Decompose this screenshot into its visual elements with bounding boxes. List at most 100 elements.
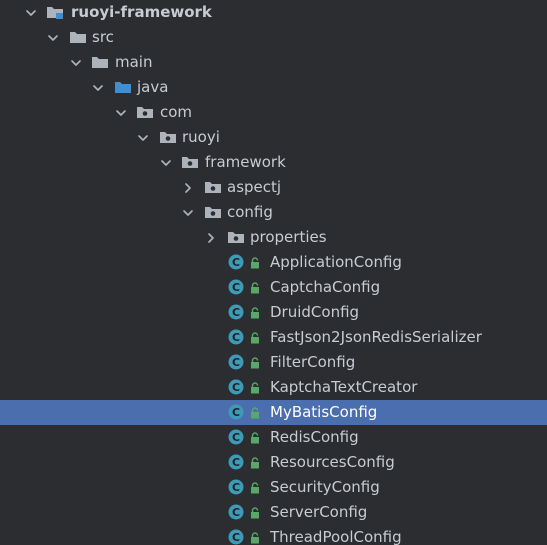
chevron-right-icon[interactable] — [204, 231, 218, 245]
chevron-right-icon[interactable] — [181, 181, 195, 195]
svg-text:C: C — [232, 331, 240, 344]
tree-row-class[interactable]: C FastJson2JsonRedisSerializer — [0, 325, 547, 350]
class-label: CaptchaConfig — [270, 278, 381, 296]
class-icon: C — [228, 404, 244, 420]
folder-label-aspectj: aspectj — [227, 178, 282, 196]
chevron-down-icon[interactable] — [159, 156, 173, 170]
class-label: ApplicationConfig — [270, 253, 402, 271]
lock-icon — [250, 307, 260, 319]
chevron-down-icon[interactable] — [91, 81, 105, 95]
tree-row-class[interactable]: C FilterConfig — [0, 350, 547, 375]
tree-row-framework[interactable]: framework — [0, 150, 547, 175]
chevron-down-icon[interactable] — [69, 56, 83, 70]
svg-text:C: C — [232, 506, 240, 519]
tree-row-class[interactable]: C DruidConfig — [0, 300, 547, 325]
tree-row-class[interactable]: C ResourcesConfig — [0, 450, 547, 475]
lock-icon — [250, 507, 260, 519]
tree-row-aspectj[interactable]: aspectj — [0, 175, 547, 200]
svg-text:C: C — [232, 406, 240, 419]
class-icon: C — [228, 304, 244, 320]
folder-label-properties: properties — [250, 228, 327, 246]
chevron-down-icon[interactable] — [114, 106, 128, 120]
tree-row-src[interactable]: src — [0, 25, 547, 50]
package-icon — [181, 154, 199, 170]
tree-row-class[interactable]: C ServerConfig — [0, 500, 547, 525]
class-label: MyBatisConfig — [270, 403, 378, 421]
folder-label-ruoyi: ruoyi — [182, 128, 220, 146]
package-icon — [204, 204, 222, 220]
folder-icon — [69, 29, 87, 45]
lock-icon — [250, 407, 260, 419]
tree-row-ruoyi[interactable]: ruoyi — [0, 125, 547, 150]
class-icon: C — [228, 329, 244, 345]
svg-text:C: C — [232, 456, 240, 469]
folder-icon — [91, 54, 109, 70]
tree-row-com[interactable]: com — [0, 100, 547, 125]
tree-row-properties[interactable]: properties — [0, 225, 547, 250]
svg-text:C: C — [232, 481, 240, 494]
tree-row-class-selected[interactable]: C MyBatisConfig — [0, 400, 547, 425]
project-name: ruoyi-framework — [71, 3, 212, 21]
svg-text:C: C — [232, 381, 240, 394]
svg-text:C: C — [232, 431, 240, 444]
lock-icon — [250, 457, 260, 469]
svg-text:C: C — [232, 256, 240, 269]
class-label: FastJson2JsonRedisSerializer — [270, 328, 482, 346]
tree-row-class[interactable]: C ThreadPoolConfig — [0, 525, 547, 545]
class-icon: C — [228, 379, 244, 395]
chevron-down-icon[interactable] — [46, 31, 60, 45]
tree-row-java[interactable]: java — [0, 75, 547, 100]
class-icon: C — [228, 529, 244, 545]
svg-text:C: C — [232, 531, 240, 544]
lock-icon — [250, 332, 260, 344]
tree-row-config[interactable]: config — [0, 200, 547, 225]
source-folder-icon — [114, 79, 132, 95]
class-icon: C — [228, 504, 244, 520]
class-icon: C — [228, 354, 244, 370]
project-tree[interactable]: ruoyi-framework src main java com ruoyi … — [0, 0, 547, 545]
lock-icon — [250, 357, 260, 369]
chevron-down-icon[interactable] — [24, 6, 38, 20]
chevron-down-icon[interactable] — [136, 131, 150, 145]
class-label: SecurityConfig — [270, 478, 380, 496]
package-icon — [159, 129, 177, 145]
class-icon: C — [228, 279, 244, 295]
tree-row-class[interactable]: C CaptchaConfig — [0, 275, 547, 300]
lock-icon — [250, 282, 260, 294]
lock-icon — [250, 432, 260, 444]
folder-label-java: java — [137, 78, 169, 96]
folder-label-main: main — [115, 53, 153, 71]
class-label: KaptchaTextCreator — [270, 378, 418, 396]
class-icon: C — [228, 454, 244, 470]
svg-text:C: C — [232, 306, 240, 319]
class-label: FilterConfig — [270, 353, 356, 371]
tree-row-class[interactable]: C SecurityConfig — [0, 475, 547, 500]
package-icon — [227, 229, 245, 245]
class-label: RedisConfig — [270, 428, 359, 446]
folder-label-com: com — [160, 103, 193, 121]
folder-label-src: src — [92, 28, 114, 46]
module-folder-icon — [46, 4, 64, 20]
package-icon — [204, 179, 222, 195]
class-icon: C — [228, 254, 244, 270]
lock-icon — [250, 257, 260, 269]
tree-row-ruoyi-framework[interactable]: ruoyi-framework — [0, 0, 547, 25]
class-label: DruidConfig — [270, 303, 360, 321]
chevron-down-icon[interactable] — [181, 206, 195, 220]
tree-row-class[interactable]: C KaptchaTextCreator — [0, 375, 547, 400]
class-label: ServerConfig — [270, 503, 368, 521]
svg-text:C: C — [232, 356, 240, 369]
folder-label-framework: framework — [205, 153, 286, 171]
class-label: ThreadPoolConfig — [270, 528, 402, 545]
class-icon: C — [228, 479, 244, 495]
lock-icon — [250, 532, 260, 544]
tree-row-class[interactable]: C ApplicationConfig — [0, 250, 547, 275]
tree-row-main[interactable]: main — [0, 50, 547, 75]
class-label: ResourcesConfig — [270, 453, 395, 471]
lock-icon — [250, 482, 260, 494]
tree-row-class[interactable]: C RedisConfig — [0, 425, 547, 450]
package-icon — [136, 104, 154, 120]
folder-label-config: config — [227, 203, 273, 221]
class-icon: C — [228, 429, 244, 445]
lock-icon — [250, 382, 260, 394]
